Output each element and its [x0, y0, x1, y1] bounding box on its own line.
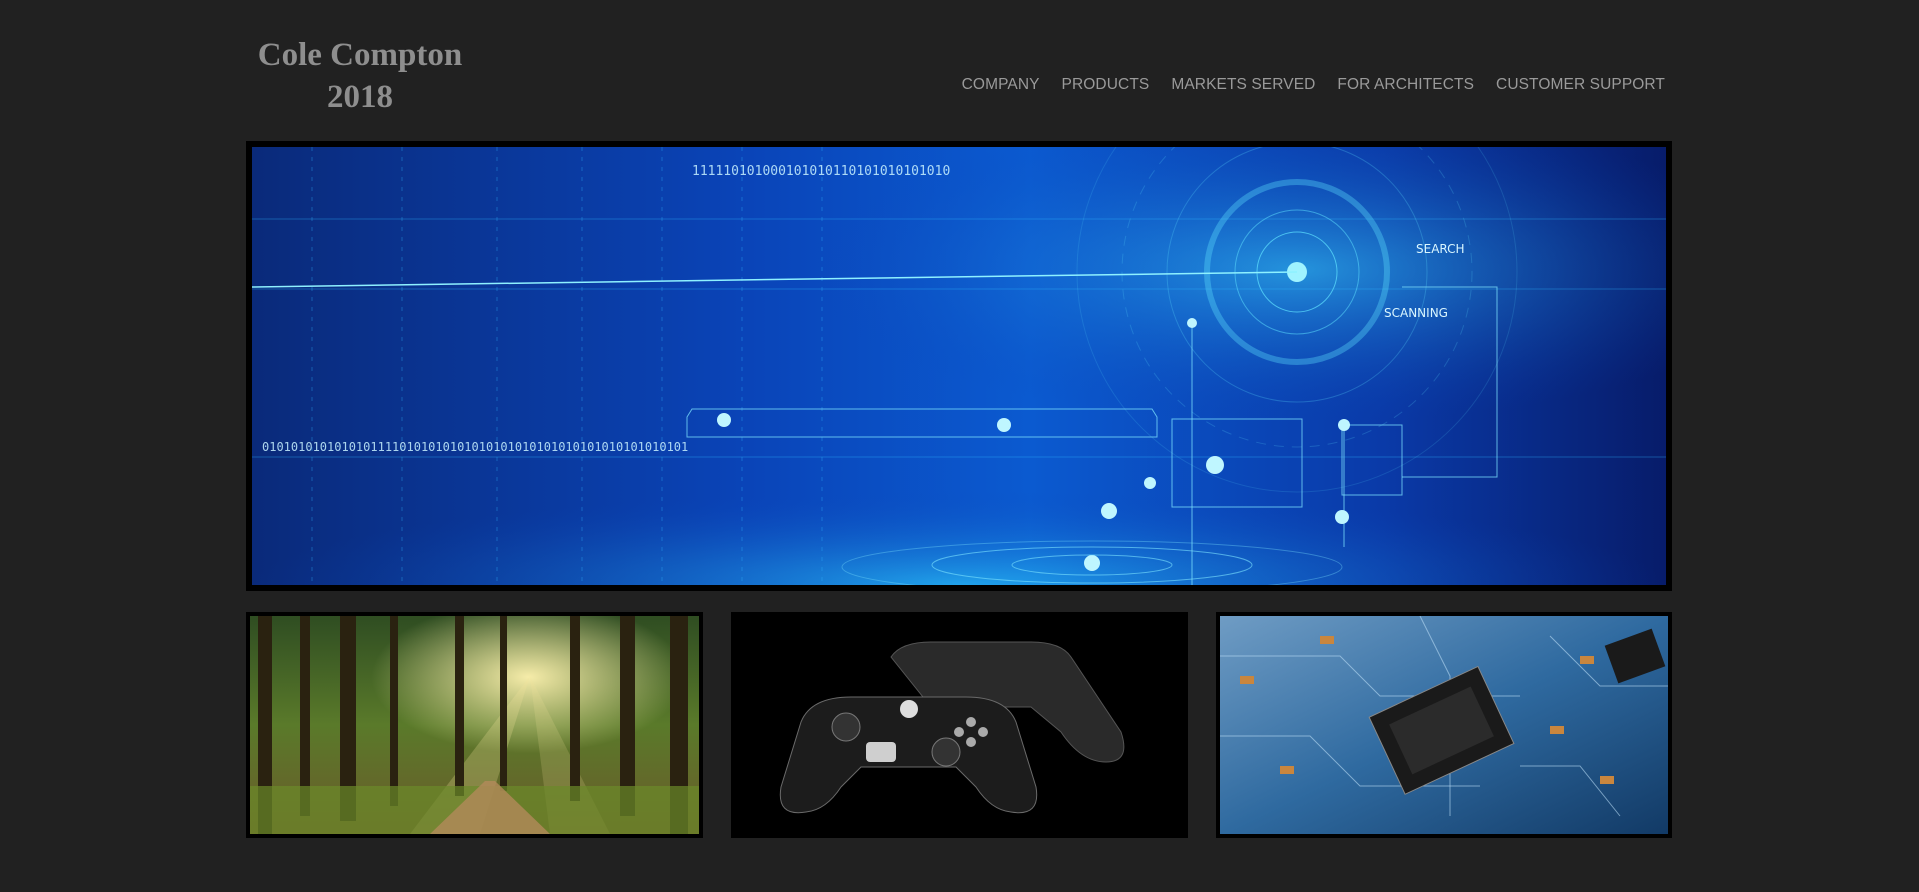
- nav-customer-support[interactable]: CUSTOMER SUPPORT: [1485, 76, 1665, 94]
- nav-for-architects[interactable]: FOR ARCHITECTS: [1326, 76, 1485, 94]
- site-logo[interactable]: Cole Compton 2018: [246, 34, 474, 118]
- gallery-item-circuit[interactable]: [1216, 612, 1672, 838]
- site-year: 2018: [327, 79, 393, 115]
- svg-text:010101010101010111101010101010: 0101010101010101111010101010101010101010…: [262, 440, 688, 454]
- forest-graphic: [250, 616, 699, 834]
- main-nav: COMPANY PRODUCTS MARKETS SERVED FOR ARCH…: [951, 76, 1665, 94]
- svg-text:111110101000101010110101010101: 111110101000101010110101010101010: [692, 164, 950, 179]
- circuit-image: [1220, 616, 1668, 834]
- controllers-image: [731, 612, 1188, 838]
- circuit-graphic: [1220, 616, 1668, 834]
- hero-scanning-label: SCANNING: [1384, 306, 1448, 320]
- hero-image: 111110101000101010110101010101010 010101…: [252, 147, 1666, 585]
- nav-products[interactable]: PRODUCTS: [1051, 76, 1161, 94]
- hero-search-label: SEARCH: [1416, 242, 1465, 256]
- forest-image: [250, 616, 699, 834]
- nav-company[interactable]: COMPANY: [951, 76, 1051, 94]
- controllers-graphic: [731, 612, 1188, 838]
- gallery-item-forest[interactable]: [246, 612, 703, 838]
- page: Cole Compton 2018 COMPANY PRODUCTS MARKE…: [0, 0, 1919, 892]
- hero-tech-graphic: 111110101000101010110101010101010 010101…: [252, 147, 1666, 585]
- hero-banner[interactable]: 111110101000101010110101010101010 010101…: [246, 141, 1672, 591]
- gallery-item-controllers[interactable]: [731, 612, 1188, 838]
- nav-markets-served[interactable]: MARKETS SERVED: [1160, 76, 1326, 94]
- site-title: Cole Compton: [257, 37, 463, 73]
